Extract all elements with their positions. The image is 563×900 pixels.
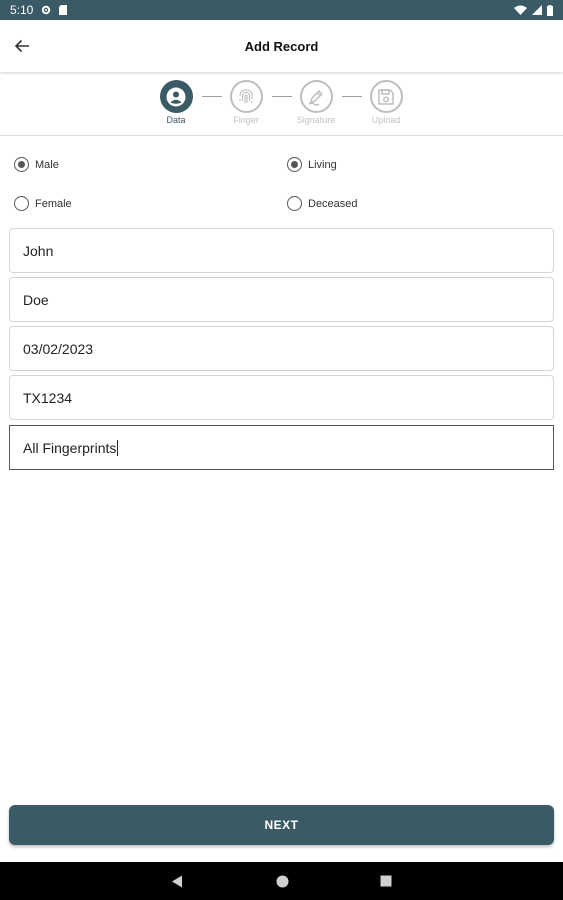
page-title: Add Record <box>244 38 319 54</box>
radio-deceased[interactable]: Deceased <box>287 196 358 211</box>
id-field[interactable]: TX1234 <box>9 375 554 420</box>
radio-female-indicator <box>14 196 29 211</box>
step-upload-label: Upload <box>371 115 401 125</box>
step-finger-label: Finger <box>233 115 259 125</box>
square-recents-icon <box>380 875 392 887</box>
status-time: 5:10 <box>10 3 34 17</box>
first-name-value: John <box>23 242 54 259</box>
app-bar: Add Record <box>0 20 563 72</box>
fingerprint-icon <box>239 88 253 103</box>
system-nav-bar <box>0 862 563 900</box>
date-field[interactable]: 03/02/2023 <box>9 326 554 371</box>
radio-living-indicator <box>287 157 302 172</box>
step-signature[interactable]: Signature <box>286 80 346 125</box>
step-data-circle <box>159 80 193 113</box>
circle-home-icon <box>276 875 288 887</box>
arrow-back-icon <box>14 39 29 53</box>
back-button[interactable] <box>8 32 36 60</box>
last-name-value: Doe <box>23 291 49 308</box>
step-signature-label: Signature <box>296 115 336 125</box>
sd-card-icon <box>59 5 68 15</box>
status-bar: 5:10 <box>0 0 563 20</box>
first-name-field[interactable]: John <box>9 228 554 273</box>
person-icon <box>166 87 186 106</box>
radio-female-label: Female <box>35 197 72 210</box>
save-icon <box>378 88 394 105</box>
radio-female[interactable]: Female <box>14 196 72 211</box>
radio-living[interactable]: Living <box>287 157 337 172</box>
step-data-label: Data <box>166 115 186 125</box>
fingerprint-type-field[interactable]: All Fingerprints <box>9 425 554 470</box>
nav-back-button[interactable] <box>169 873 185 889</box>
step-finger-circle <box>229 80 263 113</box>
radio-deceased-label: Deceased <box>308 197 358 210</box>
radio-living-label: Living <box>308 158 337 171</box>
text-cursor <box>117 439 119 456</box>
id-value: TX1234 <box>23 389 73 406</box>
step-upload[interactable]: Upload <box>356 80 416 125</box>
radio-male[interactable]: Male <box>14 157 59 172</box>
step-finger[interactable]: Finger <box>216 80 276 125</box>
triangle-back-icon <box>172 875 182 887</box>
signal-icon <box>532 5 542 15</box>
gear-icon <box>42 5 51 15</box>
step-data[interactable]: Data <box>146 80 206 125</box>
wifi-icon <box>514 5 527 15</box>
pen-icon <box>308 89 323 106</box>
date-value: 03/02/2023 <box>23 340 94 357</box>
radio-male-label: Male <box>35 158 59 171</box>
radio-male-indicator <box>14 157 29 172</box>
fingerprint-type-value: All Fingerprints <box>23 439 117 456</box>
step-upload-circle <box>369 80 403 113</box>
radio-deceased-indicator <box>287 196 302 211</box>
last-name-field[interactable]: Doe <box>9 277 554 322</box>
nav-recents-button[interactable] <box>378 873 394 889</box>
stepper: Data Finger Signature Upload <box>0 74 563 136</box>
next-button[interactable]: NEXT <box>9 805 554 845</box>
step-signature-circle <box>299 80 333 113</box>
battery-icon <box>547 4 553 16</box>
nav-home-button[interactable] <box>274 873 290 889</box>
